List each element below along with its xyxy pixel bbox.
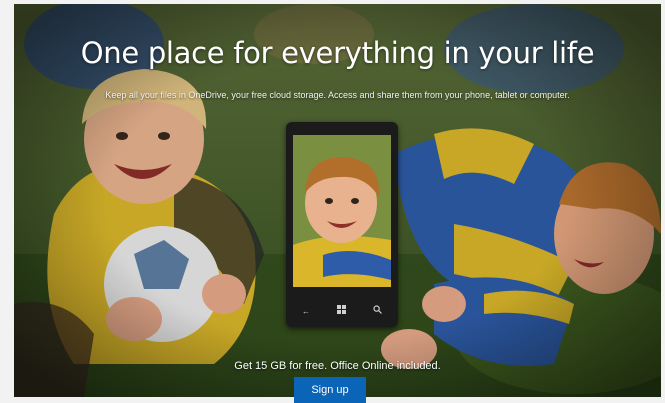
phone-device: ← [286,122,398,327]
search-icon[interactable] [373,305,382,316]
phone-screen-image [293,135,391,287]
back-arrow-icon[interactable]: ← [302,308,310,316]
windows-logo-icon[interactable] [337,305,346,316]
hero-banner: One place for everything in your life Ke… [14,4,661,397]
phone-screen-photo [293,135,391,287]
page-title: One place for everything in your life [80,36,595,70]
page-subtitle: Keep all your files in OneDrive, your fr… [105,90,570,100]
offer-text: Get 15 GB for free. Office Online includ… [234,360,441,372]
sign-up-button[interactable]: Sign up [294,377,366,403]
